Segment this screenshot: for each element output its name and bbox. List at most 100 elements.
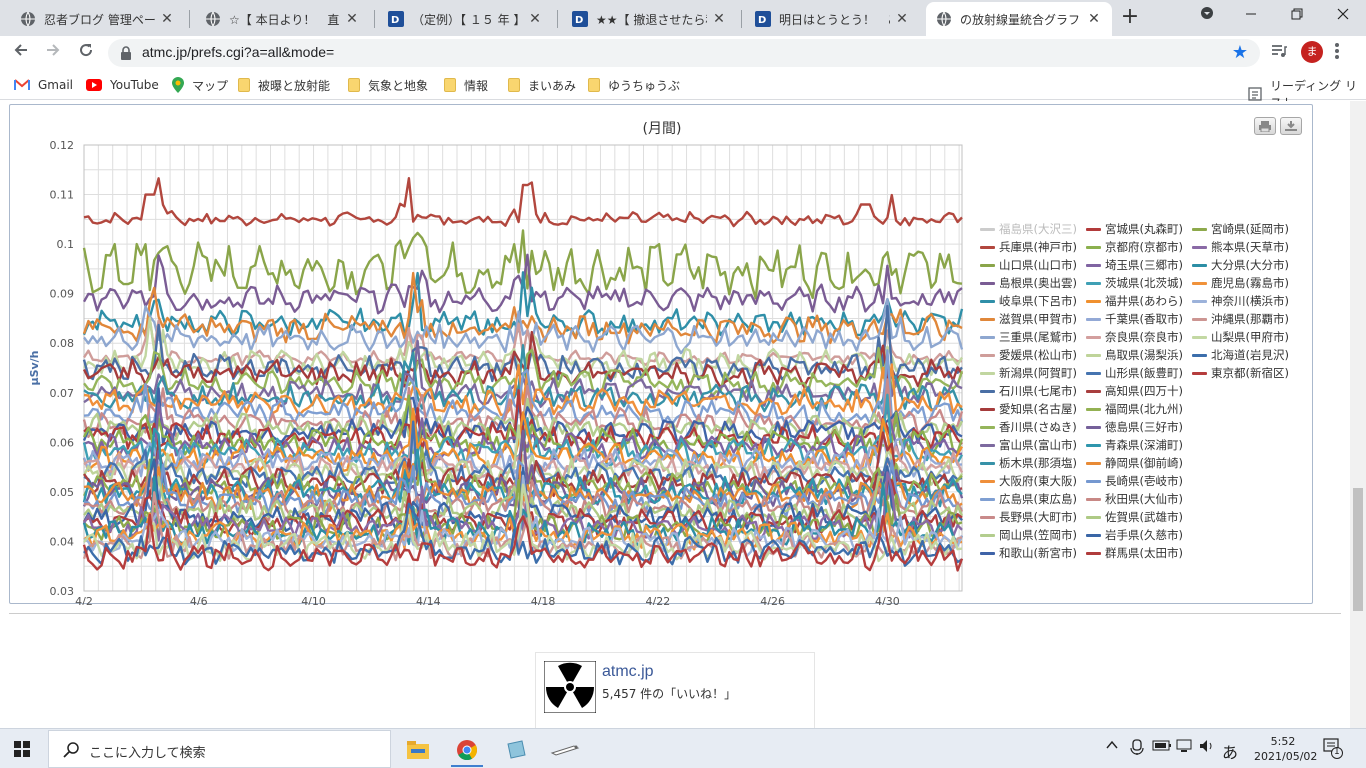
tab-close-icon[interactable]: ✕ — [711, 11, 727, 27]
close-window-icon[interactable] — [1320, 0, 1366, 32]
battery-icon[interactable] — [1152, 739, 1172, 755]
taskbar-clock[interactable]: 5:52 2021/05/02 — [1254, 734, 1317, 764]
bookmark-1[interactable]: Gmail — [14, 77, 73, 93]
legend-item[interactable]: 鹿児島(霧島市) — [1192, 275, 1289, 291]
menu-dots-icon[interactable] — [1334, 42, 1340, 64]
new-tab-button[interactable]: + — [1118, 4, 1142, 30]
legend-item[interactable]: 岡山県(笠岡市) — [980, 527, 1077, 543]
legend-item[interactable]: 北海道(岩見沢) — [1192, 347, 1289, 363]
tab-close-icon[interactable]: ✕ — [344, 11, 360, 27]
legend-item[interactable]: 栃木県(那須塩) — [980, 455, 1077, 471]
notepad-app-icon[interactable] — [496, 733, 536, 767]
tab-5[interactable]: D 明日はとうとう！ この際 ✕ — [745, 2, 920, 36]
legend-item[interactable]: 山口県(山口市) — [980, 257, 1077, 273]
profile-menu-icon[interactable] — [1184, 0, 1230, 32]
meet-now-icon[interactable] — [1130, 739, 1144, 759]
legend-item[interactable]: 岩手県(久慈市) — [1086, 527, 1183, 543]
legend-item[interactable]: 石川県(七尾市) — [980, 383, 1077, 399]
fb-page-name[interactable]: atmc.jp — [602, 663, 654, 681]
tab-close-icon[interactable]: ✕ — [894, 11, 910, 27]
legend-item[interactable]: 奈良県(奈良市) — [1086, 329, 1183, 345]
windows-start-icon[interactable] — [14, 741, 30, 757]
legend-item[interactable]: 三重県(尾鷲市) — [980, 329, 1077, 345]
back-icon[interactable] — [8, 40, 34, 66]
file-explorer-icon[interactable] — [398, 733, 438, 767]
legend-item[interactable]: 長野県(大町市) — [980, 509, 1077, 525]
profile-avatar[interactable]: ま — [1301, 41, 1323, 63]
bookmark-3[interactable]: マップ — [172, 77, 228, 93]
minimize-icon[interactable] — [1228, 0, 1274, 32]
tray-overflow-icon[interactable] — [1106, 739, 1118, 754]
legend-item[interactable]: 広島県(東広島) — [980, 491, 1077, 507]
tab-4[interactable]: D ★★【 撤退させたら私の ✕ — [562, 2, 737, 36]
legend-item[interactable]: 愛知県(名古屋) — [980, 401, 1077, 417]
legend-item[interactable]: 福島県(大沢三) — [980, 221, 1077, 237]
download-chart-button[interactable] — [1280, 117, 1302, 135]
forward-icon[interactable] — [40, 40, 66, 66]
radiation-logo-icon[interactable] — [543, 660, 597, 714]
chrome-icon[interactable] — [447, 733, 487, 767]
page-scrollbar[interactable] — [1350, 101, 1366, 728]
bookmark-5[interactable]: 気象と地象 — [348, 77, 428, 93]
legend-item[interactable]: 高知県(四万十) — [1086, 383, 1183, 399]
legend-item[interactable]: 東京都(新宿区) — [1192, 365, 1289, 381]
legend-item[interactable]: 和歌山(新宮市) — [980, 545, 1077, 561]
legend-item[interactable]: 長崎県(壱岐市) — [1086, 473, 1183, 489]
tab-close-icon[interactable]: ✕ — [159, 11, 175, 27]
legend-item[interactable]: 青森県(深浦町) — [1086, 437, 1183, 453]
legend-item[interactable]: 岐阜県(下呂市) — [980, 293, 1077, 309]
legend-item[interactable]: 富山県(富山市) — [980, 437, 1077, 453]
pen-app-icon[interactable] — [545, 733, 585, 767]
tab-1[interactable]: 忍者ブログ 管理ページ - ✕ — [10, 2, 185, 36]
legend-item[interactable]: 熊本県(天草市) — [1192, 239, 1289, 255]
taskbar-search-box[interactable]: ここに入力して検索 — [48, 730, 391, 768]
legend-item[interactable]: 佐賀県(武雄市) — [1086, 509, 1183, 525]
legend-item[interactable]: 香川県(さぬき) — [980, 419, 1077, 435]
bookmark-6[interactable]: 情報 — [444, 77, 488, 93]
legend-item[interactable]: 宮城県(丸森町) — [1086, 221, 1183, 237]
tab-close-icon[interactable]: ✕ — [1086, 11, 1102, 27]
bookmark-7[interactable]: まいあみ — [508, 77, 576, 93]
legend-item[interactable]: 大分県(大分市) — [1192, 257, 1289, 273]
legend-item[interactable]: 徳島県(三好市) — [1086, 419, 1183, 435]
volume-icon[interactable] — [1198, 739, 1216, 757]
legend-item[interactable]: 兵庫県(神戸市) — [980, 239, 1077, 255]
address-bar[interactable]: atmc.jp/prefs.cgi?a=all&mode= ★ — [108, 39, 1260, 67]
tab-6[interactable]: の放射線量統合グラフ ✕ — [926, 2, 1112, 36]
legend-item[interactable]: 秋田県(大仙市) — [1086, 491, 1183, 507]
ime-indicator[interactable]: あ — [1222, 739, 1238, 763]
legend-item[interactable]: 鳥取県(湯梨浜) — [1086, 347, 1183, 363]
network-icon[interactable] — [1176, 739, 1194, 757]
legend-item[interactable]: 滋賀県(甲賀市) — [980, 311, 1077, 327]
legend-item[interactable]: 島根県(奥出雲) — [980, 275, 1077, 291]
legend-item[interactable]: 愛媛県(松山市) — [980, 347, 1077, 363]
legend-item[interactable]: 埼玉県(三郷市) — [1086, 257, 1183, 273]
legend-item[interactable]: 新潟県(阿賀町) — [980, 365, 1077, 381]
tab-3[interactable]: D （定例）【 １５ 年 】日 ✕ — [378, 2, 553, 36]
legend-item[interactable]: 福岡県(北九州) — [1086, 401, 1183, 417]
legend-item[interactable]: 山梨県(甲府市) — [1192, 329, 1289, 345]
notification-center-icon[interactable]: 1 — [1322, 737, 1344, 763]
bookmark-4[interactable]: 被曝と放射能 — [238, 77, 330, 93]
legend-item[interactable]: 群馬県(太田市) — [1086, 545, 1183, 561]
restore-icon[interactable] — [1274, 0, 1320, 32]
legend-item[interactable]: 静岡県(御前崎) — [1086, 455, 1183, 471]
bookmark-8[interactable]: ゆうちゅうぶ — [588, 77, 680, 93]
legend-item[interactable]: 宮崎県(延岡市) — [1192, 221, 1289, 237]
tab-2[interactable]: ☆【 本日より！ 直打ち ✕ — [195, 2, 370, 36]
legend-item[interactable]: 大阪府(東大阪) — [980, 473, 1077, 489]
tab-close-icon[interactable]: ✕ — [527, 11, 543, 27]
legend-item[interactable]: 茨城県(北茨城) — [1086, 275, 1183, 291]
scrollbar-thumb[interactable] — [1353, 488, 1363, 611]
media-control-icon[interactable] — [1270, 42, 1288, 64]
reload-icon[interactable] — [73, 40, 99, 66]
legend-item[interactable]: 神奈川(横浜市) — [1192, 293, 1289, 309]
print-chart-button[interactable] — [1254, 117, 1276, 135]
legend-item[interactable]: 千葉県(香取市) — [1086, 311, 1183, 327]
legend-item[interactable]: 沖縄県(那覇市) — [1192, 311, 1289, 327]
legend-item[interactable]: 山形県(飯豊町) — [1086, 365, 1183, 381]
bookmark-star-icon[interactable]: ★ — [1232, 42, 1248, 63]
legend-item[interactable]: 福井県(あわら) — [1086, 293, 1183, 309]
bookmark-2[interactable]: YouTube — [86, 77, 159, 93]
legend-item[interactable]: 京都府(京都市) — [1086, 239, 1183, 255]
